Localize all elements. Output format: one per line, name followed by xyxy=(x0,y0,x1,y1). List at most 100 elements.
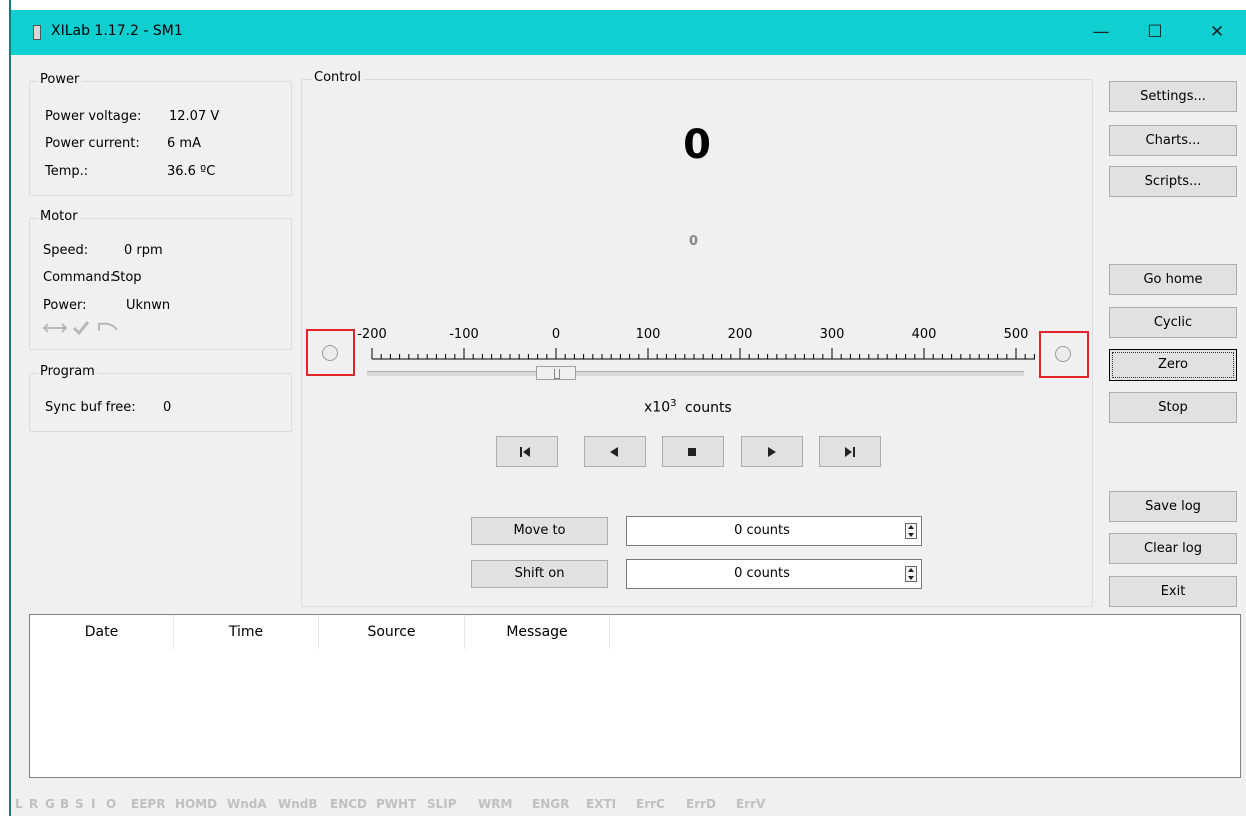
move-to-spin-arrows[interactable] xyxy=(905,523,917,539)
status-flag-l: L xyxy=(15,797,23,811)
command-label: Command: xyxy=(43,270,115,285)
move-left-limit-button[interactable] xyxy=(496,436,558,467)
right-limit-indicator xyxy=(1055,346,1071,362)
sync-buf-value: 0 xyxy=(163,400,172,415)
units-exponent: 3 xyxy=(670,398,677,409)
status-flag-errc: ErrC xyxy=(636,797,665,811)
status-flag-slip: SLIP xyxy=(427,797,457,811)
save-log-button[interactable]: Save log xyxy=(1109,491,1237,522)
go-home-button[interactable]: Go home xyxy=(1109,264,1237,295)
status-flag-wrm: WRM xyxy=(478,797,513,811)
status-flag-exti: EXTI xyxy=(586,797,617,811)
spin-arrows-icon xyxy=(908,525,914,537)
log-column-source[interactable]: Source xyxy=(319,615,465,649)
log-table[interactable]: Date Time Source Message xyxy=(29,614,1241,778)
maximize-button[interactable]: ☐ xyxy=(1125,10,1185,55)
status-flag-errv: ErrV xyxy=(736,797,766,811)
speed-value: 0 rpm xyxy=(124,243,163,258)
slider-groove xyxy=(367,371,1024,376)
status-flag-r: R xyxy=(29,797,39,811)
scale-tick-label: 300 xyxy=(820,327,845,342)
play-icon xyxy=(768,447,776,457)
power-current-value: 6 mA xyxy=(167,136,201,151)
status-flag-s: S xyxy=(75,797,84,811)
status-flag-wndb: WndB xyxy=(278,797,318,811)
move-to-spinbox[interactable]: 0 counts xyxy=(626,516,922,546)
shift-on-value: 0 counts xyxy=(734,566,790,581)
app-icon xyxy=(33,25,41,40)
position-readout: 0 xyxy=(683,122,711,168)
minimize-button[interactable]: — xyxy=(1071,10,1131,55)
cyclic-button[interactable]: Cyclic xyxy=(1109,307,1237,338)
power-voltage-value: 12.07 V xyxy=(169,109,220,124)
close-button[interactable]: ✕ xyxy=(1187,10,1246,55)
status-flag-homd: HOMD xyxy=(175,797,218,811)
zero-button[interactable]: Zero xyxy=(1109,349,1237,381)
status-flag-o: O xyxy=(106,797,117,811)
clear-log-button[interactable]: Clear log xyxy=(1109,533,1237,564)
move-left-button[interactable] xyxy=(584,436,646,467)
left-limit-indicator xyxy=(322,345,338,361)
status-flag-wnda: WndA xyxy=(227,797,267,811)
status-flag-pwht: PWHT xyxy=(376,797,417,811)
motor-group-title: Motor xyxy=(38,209,80,224)
status-flag-g: G xyxy=(45,797,55,811)
move-right-limit-button[interactable] xyxy=(819,436,881,467)
charts-button[interactable]: Charts... xyxy=(1109,125,1237,156)
temp-value: 36.6 ºC xyxy=(167,164,216,179)
spin-arrows-icon xyxy=(908,568,914,580)
shift-on-button[interactable]: Shift on xyxy=(471,560,608,588)
units-label: x103 counts xyxy=(644,398,732,416)
settings-button[interactable]: Settings... xyxy=(1109,81,1237,112)
status-flag-encd: ENCD xyxy=(330,797,368,811)
move-to-value: 0 counts xyxy=(734,523,790,538)
log-column-date[interactable]: Date xyxy=(30,615,174,649)
scale-tick-label: 100 xyxy=(636,327,661,342)
scale-tick-label: -100 xyxy=(449,327,479,342)
scale-tick-label: 400 xyxy=(912,327,937,342)
encoder-readout: 0 xyxy=(689,234,699,249)
skip-end-icon xyxy=(845,447,855,457)
status-flag-i: I xyxy=(91,797,96,811)
motor-power-label: Power: xyxy=(43,298,87,313)
check-icon xyxy=(72,321,90,336)
play-reverse-icon xyxy=(610,447,618,457)
temp-label: Temp.: xyxy=(45,164,89,179)
status-flag-eepr: EEPR xyxy=(131,797,166,811)
status-flag-b: B xyxy=(60,797,70,811)
status-flag-engr: ENGR xyxy=(532,797,570,811)
stop-button[interactable]: Stop xyxy=(1109,392,1237,423)
scale-tick-label: -200 xyxy=(357,327,387,342)
status-flags-bar: L R G B S I O EEPR HOMD WndA WndB ENCD PWHT SLIP WRM EN… xyxy=(11,793,1246,816)
units-suffix: counts xyxy=(684,399,732,416)
status-flag-errd: ErrD xyxy=(686,797,716,811)
undo-arrow-icon xyxy=(98,322,118,331)
move-right-button[interactable] xyxy=(741,436,803,467)
sync-buf-label: Sync buf free: xyxy=(45,400,136,415)
units-prefix: x10 xyxy=(644,399,671,416)
title-bar: XILab 1.17.2 - SM1 — ☐ ✕ xyxy=(11,10,1246,55)
power-group-title: Power xyxy=(38,72,82,87)
scale-tick-label: 0 xyxy=(552,327,560,342)
command-value: Stop xyxy=(112,270,142,285)
slider-grip xyxy=(554,369,561,379)
motor-state-icons xyxy=(42,321,118,336)
stop-motion-button[interactable] xyxy=(662,436,724,467)
scale-tick-label: 200 xyxy=(728,327,753,342)
position-slider-handle[interactable] xyxy=(536,366,577,380)
log-column-message[interactable]: Message xyxy=(465,615,610,649)
shift-on-spinbox[interactable]: 0 counts xyxy=(626,559,922,589)
exit-button[interactable]: Exit xyxy=(1109,576,1237,607)
window-title: XILab 1.17.2 - SM1 xyxy=(51,23,183,39)
power-current-label: Power current: xyxy=(45,136,140,151)
control-group-title: Control xyxy=(312,70,363,85)
scripts-button[interactable]: Scripts... xyxy=(1109,166,1237,197)
log-column-time[interactable]: Time xyxy=(174,615,319,649)
bidirectional-arrow-icon xyxy=(42,323,68,333)
window-left-edge xyxy=(0,0,11,816)
move-to-button[interactable]: Move to xyxy=(471,517,608,545)
zero-button-label: Zero xyxy=(1158,357,1188,372)
shift-on-spin-arrows[interactable] xyxy=(905,566,917,582)
skip-start-icon xyxy=(520,447,530,457)
scale-tick-label: 500 xyxy=(1004,327,1029,342)
